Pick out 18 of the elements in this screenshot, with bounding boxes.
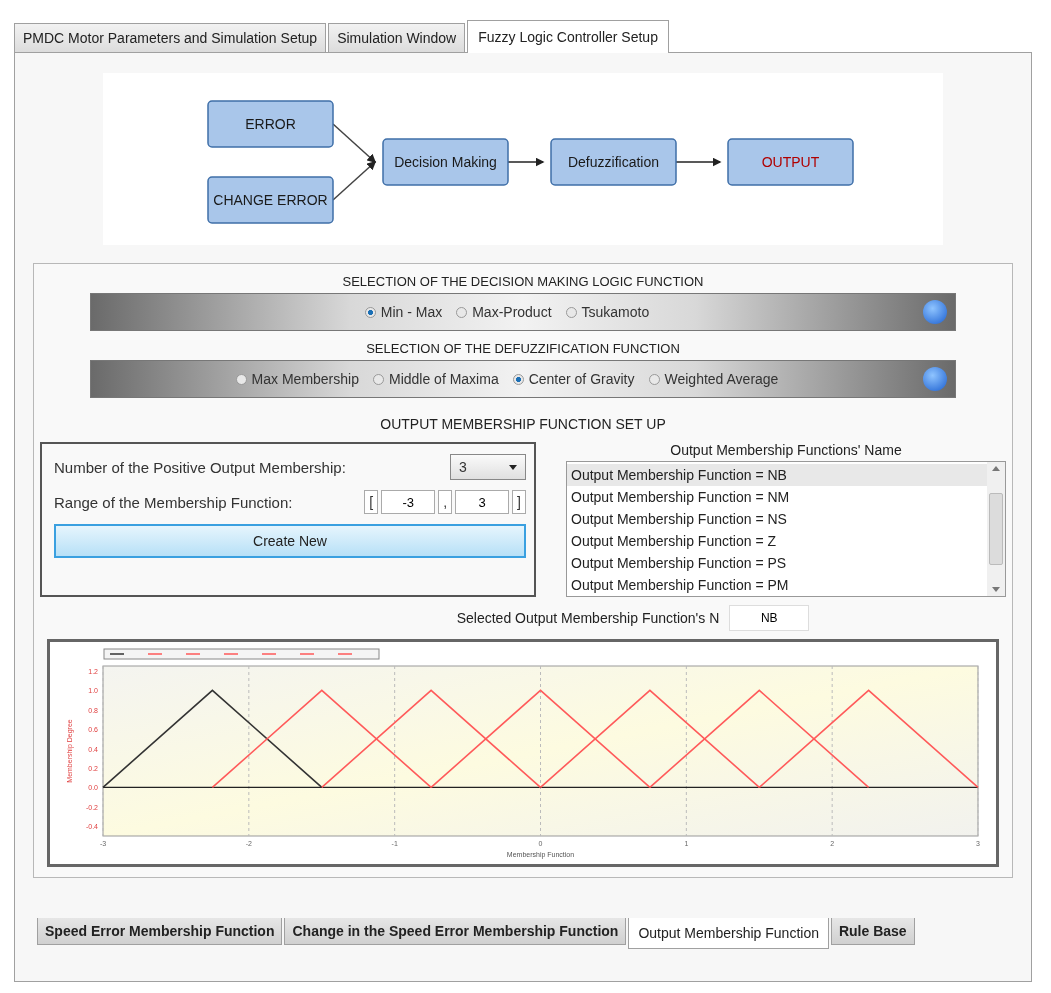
field-label: Selected Output Membership Function's N (456, 610, 720, 626)
option-label: Min - Max (380, 304, 443, 320)
separator: , (438, 490, 453, 514)
section-heading: SELECTION OF THE DEFUZZIFICATION FUNCTION (366, 341, 680, 356)
bracket: [ (364, 490, 379, 514)
field-label: Number of the Positive Output Membership: (54, 458, 346, 476)
option-label: Tsukamoto (581, 304, 650, 320)
section-heading: SELECTION OF THE DECISION MAKING LOGIC FUNCTION (342, 274, 704, 289)
node-label: Defuzzification (568, 154, 659, 170)
node-label: ERROR (245, 116, 296, 132)
list-heading: Output Membership Functions' Name (670, 442, 902, 458)
field-label: Range of the Membership Function: (54, 493, 293, 511)
section-heading: OUTPUT MEMBERSHIP FUNCTION SET UP (380, 416, 666, 432)
node-label: OUTPUT (761, 154, 820, 170)
option-label: Max-Product (472, 304, 552, 320)
node-label: Decision Making (394, 154, 497, 170)
node-label: CHANGE ERROR (213, 192, 328, 208)
bracket: ] (512, 490, 526, 514)
